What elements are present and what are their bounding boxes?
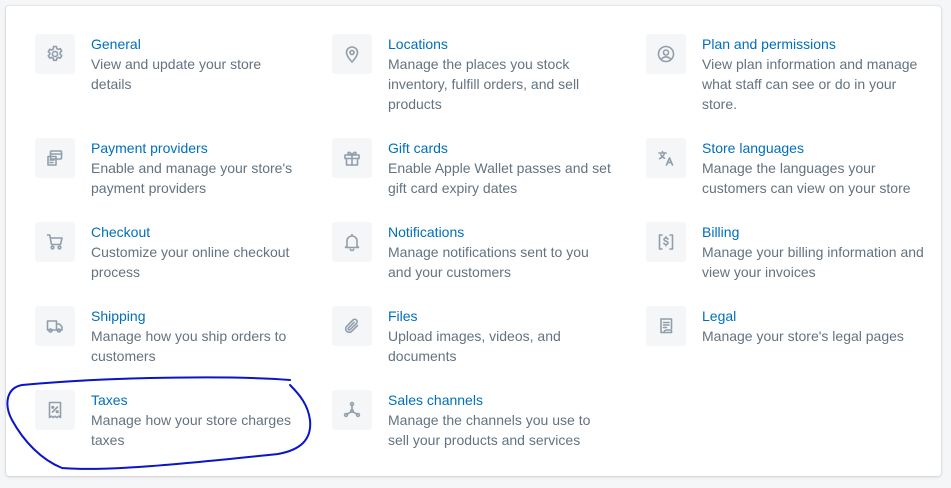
settings-item-title[interactable]: Files (388, 306, 613, 326)
tax-receipt-icon (35, 390, 75, 430)
settings-item-title[interactable]: Shipping (91, 306, 301, 326)
settings-item-description: View plan information and manage what st… (702, 56, 918, 112)
settings-item-text: Plan and permissions View plan informati… (702, 34, 927, 114)
settings-item-description: Manage how you ship orders to customers (91, 328, 287, 364)
settings-item-title[interactable]: Locations (388, 34, 613, 54)
settings-item-description: Manage the channels you use to sell your… (388, 412, 591, 448)
settings-item-title[interactable]: Billing (702, 222, 927, 242)
settings-item-title[interactable]: Legal (702, 306, 927, 326)
settings-item-description: Manage notifications sent to you and you… (388, 244, 589, 280)
settings-item-text: General View and update your store detai… (91, 34, 301, 94)
settings-item-description: Enable and manage your store's payment p… (91, 160, 293, 196)
gift-icon (332, 138, 372, 178)
settings-item-title[interactable]: Sales channels (388, 390, 613, 410)
settings-item-text: Gift cards Enable Apple Wallet passes an… (388, 138, 613, 198)
payment-icon (35, 138, 75, 178)
settings-item-title[interactable]: Checkout (91, 222, 301, 242)
channels-icon (332, 390, 372, 430)
settings-item-title[interactable]: Store languages (702, 138, 927, 158)
settings-item-text: Store languages Manage the languages you… (702, 138, 927, 198)
translate-icon (646, 138, 686, 178)
user-circle-icon (646, 34, 686, 74)
settings-item-text: Sales channels Manage the channels you u… (388, 390, 613, 450)
cart-icon (35, 222, 75, 262)
settings-item-description: Manage your store's legal pages (702, 328, 904, 344)
gear-icon (35, 34, 75, 74)
settings-item-text: Notifications Manage notifications sent … (388, 222, 613, 282)
settings-item-description: Manage the places you stock inventory, f… (388, 56, 580, 112)
settings-item-description: Enable Apple Wallet passes and set gift … (388, 160, 611, 196)
settings-item-text: Files Upload images, videos, and documen… (388, 306, 613, 366)
truck-icon (35, 306, 75, 346)
settings-item-description: Manage the languages your customers can … (702, 160, 911, 196)
settings-item-title[interactable]: Gift cards (388, 138, 613, 158)
settings-item-description: Upload images, videos, and documents (388, 328, 561, 364)
location-pin-icon (332, 34, 372, 74)
settings-item-title[interactable]: General (91, 34, 301, 54)
settings-item-text: Shipping Manage how you ship orders to c… (91, 306, 301, 366)
settings-item-text: Billing Manage your billing information … (702, 222, 927, 282)
legal-document-icon (646, 306, 686, 346)
settings-card: General View and update your store detai… (6, 6, 941, 476)
settings-item-text: Locations Manage the places you stock in… (388, 34, 613, 114)
settings-item-description: Manage how your store charges taxes (91, 412, 291, 448)
settings-item-title[interactable]: Taxes (91, 390, 301, 410)
paperclip-icon (332, 306, 372, 346)
settings-item-description: Manage your billing information and view… (702, 244, 924, 280)
settings-item-title[interactable]: Notifications (388, 222, 613, 242)
settings-item-description: Customize your online checkout process (91, 244, 290, 280)
settings-item-text: Legal Manage your store's legal pages (702, 306, 927, 346)
settings-item-text: Checkout Customize your online checkout … (91, 222, 301, 282)
settings-item-title[interactable]: Payment providers (91, 138, 301, 158)
settings-item-title[interactable]: Plan and permissions (702, 34, 927, 54)
billing-icon (646, 222, 686, 262)
settings-item-text: Payment providers Enable and manage your… (91, 138, 301, 198)
settings-item-text: Taxes Manage how your store charges taxe… (91, 390, 301, 450)
bell-icon (332, 222, 372, 262)
settings-item-description: View and update your store details (91, 56, 262, 92)
